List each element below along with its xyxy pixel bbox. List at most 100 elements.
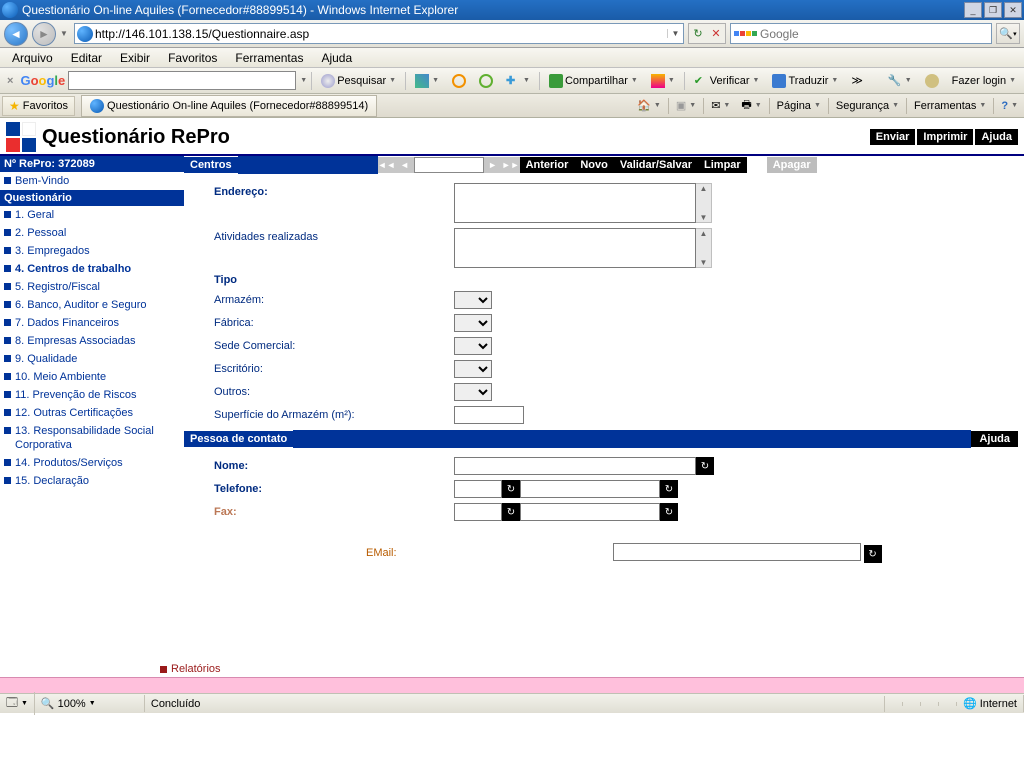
menu-ferramentas[interactable]: Ferramentas — [227, 49, 311, 67]
atividades-scrollbar[interactable]: ▲▼ — [696, 228, 712, 268]
superficie-input[interactable] — [454, 406, 524, 424]
url-dropdown[interactable]: ▼ — [667, 29, 683, 38]
toolbar-orange-button[interactable] — [447, 71, 471, 91]
apagar-button[interactable]: Apagar — [767, 157, 817, 173]
sede-select[interactable] — [454, 337, 492, 355]
sidebar-bemvindo[interactable]: Bem-Vindo — [0, 172, 184, 190]
last-button[interactable]: ►► — [502, 157, 520, 173]
first-button[interactable]: ◄◄ — [378, 157, 396, 173]
validar-salvar-button[interactable]: Validar/Salvar — [614, 157, 698, 173]
fax-ddd-input[interactable] — [454, 503, 502, 521]
stop-button[interactable]: ✕ — [707, 24, 725, 43]
feeds-button[interactable]: ▣▼ — [672, 97, 700, 114]
browser-tab[interactable]: Questionário On-line Aquiles (Fornecedor… — [81, 95, 377, 117]
fax-ddd-lookup-icon[interactable]: ↻ — [502, 503, 520, 521]
minimize-button[interactable]: _ — [964, 2, 982, 18]
anterior-button[interactable]: Anterior — [520, 157, 575, 173]
email-lookup-icon[interactable]: ↻ — [864, 545, 882, 563]
favorites-button[interactable]: ★Favoritos — [2, 96, 75, 116]
menu-editar[interactable]: Editar — [63, 49, 110, 67]
fax-num-lookup-icon[interactable]: ↻ — [660, 503, 678, 521]
zoom-control[interactable]: 🔍100%▼ — [35, 695, 145, 712]
user-button[interactable] — [920, 71, 944, 91]
imprimir-button[interactable]: Imprimir — [917, 129, 973, 145]
outros-select[interactable] — [454, 383, 492, 401]
sidebar-item-4[interactable]: 4. Centros de trabalho — [0, 260, 184, 278]
print-button[interactable]: 🖶▼ — [737, 94, 765, 117]
telefone-num-input[interactable] — [520, 480, 660, 498]
sidebar-item-11[interactable]: 11. Prevenção de Riscos — [0, 386, 184, 404]
nome-lookup-icon[interactable]: ↻ — [696, 457, 714, 475]
search-box[interactable] — [730, 23, 992, 44]
escritorio-select[interactable] — [454, 360, 492, 378]
wrench-button[interactable]: 🔧▼ — [883, 71, 917, 91]
sidebar-item-14[interactable]: 14. Produtos/Serviços — [0, 454, 184, 472]
contato-ajuda-button[interactable]: Ajuda — [971, 431, 1018, 447]
fazer-login-button[interactable]: Fazer login▼ — [947, 72, 1021, 90]
record-index-input[interactable] — [414, 157, 484, 173]
sidebar-item-7[interactable]: 7. Dados Financeiros — [0, 314, 184, 332]
fax-num-input[interactable] — [520, 503, 660, 521]
menu-exibir[interactable]: Exibir — [112, 49, 158, 67]
sidebar-item-12[interactable]: 12. Outras Certificações — [0, 404, 184, 422]
sidebar-item-8[interactable]: 8. Empresas Associadas — [0, 332, 184, 350]
sidebar-item-10[interactable]: 10. Meio Ambiente — [0, 368, 184, 386]
fabrica-select[interactable] — [454, 314, 492, 332]
atividades-input[interactable] — [454, 228, 696, 268]
close-button[interactable]: ✕ — [1004, 2, 1022, 18]
endereco-scrollbar[interactable]: ▲▼ — [696, 183, 712, 223]
sidebar-item-13[interactable]: 13. Responsabilidade Social Corporativa — [0, 422, 184, 454]
bookmarks-button[interactable]: ▼ — [646, 71, 680, 91]
google-search-input[interactable] — [68, 71, 296, 90]
email-input[interactable] — [613, 543, 861, 561]
google-search-dropdown[interactable]: ▼ — [300, 77, 307, 84]
toolbar-squares-button[interactable]: ▼ — [410, 71, 444, 91]
telefone-num-lookup-icon[interactable]: ↻ — [660, 480, 678, 498]
menu-ajuda[interactable]: Ajuda — [313, 49, 360, 67]
toolbar-more-button[interactable]: ≫ — [846, 71, 868, 90]
pagina-menu[interactable]: Página▼ — [773, 98, 825, 114]
telefone-ddd-input[interactable] — [454, 480, 502, 498]
search-input[interactable] — [760, 27, 991, 41]
nome-input[interactable] — [454, 457, 696, 475]
sidebar-item-9[interactable]: 9. Qualidade — [0, 350, 184, 368]
next-arrow[interactable]: ► — [484, 157, 502, 173]
seguranca-menu[interactable]: Segurança▼ — [832, 98, 903, 114]
telefone-ddd-lookup-icon[interactable]: ↻ — [502, 480, 520, 498]
ajuda-button[interactable]: Ajuda — [975, 129, 1018, 145]
sidebar-item-1[interactable]: 1. Geral — [0, 206, 184, 224]
search-go-button[interactable]: 🔍▾ — [996, 23, 1020, 44]
menu-arquivo[interactable]: Arquivo — [4, 49, 61, 67]
sidebar-relatorios[interactable]: Relatórios — [160, 663, 221, 675]
endereco-input[interactable] — [454, 183, 696, 223]
popup-blocker-button[interactable]: 🗔▼ — [0, 692, 35, 715]
compartilhar-button[interactable]: Compartilhar▼ — [544, 71, 643, 91]
ferramentas-menu[interactable]: Ferramentas▼ — [910, 98, 990, 114]
menu-favoritos[interactable]: Favoritos — [160, 49, 225, 67]
sidebar-item-15[interactable]: 15. Declaração — [0, 472, 184, 490]
toolbar-green-button[interactable] — [474, 71, 498, 91]
traduzir-button[interactable]: Traduzir▼ — [767, 71, 843, 91]
refresh-button[interactable]: ↻ — [689, 24, 707, 43]
toolbar-close-icon[interactable]: × — [3, 75, 17, 87]
history-dropdown[interactable]: ▼ — [60, 29, 70, 38]
restore-button[interactable]: ❐ — [984, 2, 1002, 18]
address-bar[interactable]: ▼ — [74, 23, 684, 44]
toolbar-plus-button[interactable]: ✚▼ — [501, 71, 535, 91]
sidebar-item-5[interactable]: 5. Registro/Fiscal — [0, 278, 184, 296]
sidebar-item-6[interactable]: 6. Banco, Auditor e Seguro — [0, 296, 184, 314]
prev-arrow[interactable]: ◄ — [396, 157, 414, 173]
novo-button[interactable]: Novo — [574, 157, 614, 173]
mail-button[interactable]: ✉▼ — [707, 97, 734, 114]
back-button[interactable]: ◄ — [4, 22, 28, 46]
forward-button[interactable]: ► — [32, 22, 56, 46]
pesquisar-button[interactable]: Pesquisar▼ — [316, 71, 401, 91]
limpar-button[interactable]: Limpar — [698, 157, 747, 173]
help-button[interactable]: ?▼ — [997, 98, 1022, 114]
sidebar-item-3[interactable]: 3. Empregados — [0, 242, 184, 260]
url-input[interactable] — [95, 24, 667, 43]
sidebar-item-2[interactable]: 2. Pessoal — [0, 224, 184, 242]
enviar-button[interactable]: Enviar — [870, 129, 916, 145]
verificar-button[interactable]: ✔Verificar▼ — [689, 71, 765, 91]
home-button[interactable]: 🏠▼ — [633, 97, 665, 114]
